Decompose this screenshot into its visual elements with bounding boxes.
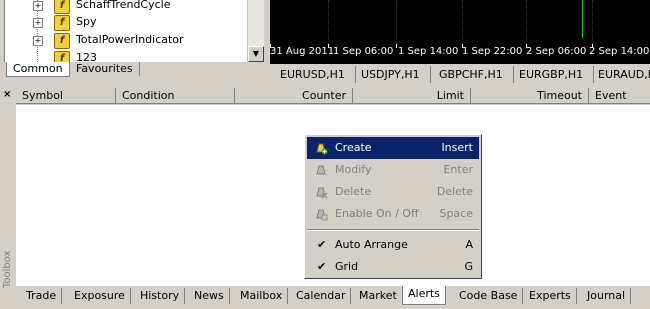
time-label: 1 Sep 06:00	[333, 46, 394, 57]
alert-create-icon	[316, 143, 328, 155]
menu-item-label: Create	[335, 141, 372, 154]
menu-item-shortcut: Space	[439, 207, 473, 220]
candle-bar	[582, 0, 583, 38]
tree-item-totalpowerindicator[interactable]: + f TotalPowerIndicator	[5, 32, 245, 50]
tab-eurgbp[interactable]: EURGBP,H1	[509, 66, 595, 83]
time-axis: 31 Aug 2011 1 Sep 06:00 1 Sep 14:00 1 Se…	[270, 44, 650, 64]
context-menu: Create Insert Modify Enter Delete Delete…	[304, 134, 482, 279]
column-limit[interactable]: Limit	[353, 88, 471, 104]
tab-alerts[interactable]: Alerts	[402, 286, 446, 305]
menu-separator	[307, 229, 479, 231]
grid-line	[462, 0, 463, 44]
tree-item-schafftrendcycle[interactable]: + f SchaffTrendCycle	[5, 0, 245, 15]
tab-favourites[interactable]: Favourites	[70, 62, 140, 76]
time-label: 1 Sep 14:00	[398, 46, 459, 57]
menu-item-enable-toggle[interactable]: Enable On / Off Space	[307, 203, 479, 225]
menu-item-delete[interactable]: Delete Delete	[307, 181, 479, 203]
alert-toggle-icon	[316, 209, 328, 221]
tab-mailbox[interactable]: Mailbox	[235, 288, 289, 304]
grid-line	[328, 0, 329, 44]
menu-item-label: Enable On / Off	[335, 207, 419, 220]
menu-item-label: Grid	[335, 260, 359, 273]
chart-tabs: EURUSD,H1 USDJPY,H1 GBPCHF,H1 EURGBP,H1 …	[268, 66, 650, 84]
expand-icon[interactable]: +	[33, 36, 43, 46]
tree-item-label: Spy	[76, 15, 97, 28]
tab-journal[interactable]: Journal	[582, 288, 632, 304]
tab-common[interactable]: Common	[6, 62, 70, 77]
tab-euraud[interactable]: EURAUD,H	[588, 66, 650, 83]
menu-item-shortcut: A	[465, 238, 473, 251]
tree-item-123[interactable]: f 123	[5, 50, 245, 62]
menu-item-auto-arrange[interactable]: ✔ Auto Arrange A	[307, 234, 479, 256]
indicator-icon: f	[54, 33, 70, 49]
navigator-tabs: Common Favourites	[0, 62, 264, 77]
alert-modify-icon	[316, 165, 326, 175]
tab-usdjpy[interactable]: USDJPY,H1	[351, 66, 431, 83]
tree-item-label: SchaffTrendCycle	[76, 0, 171, 11]
navigator-panel: + f SchaffTrendCycle + f Spy + f TotalPo…	[0, 0, 264, 77]
toolbox-tabs: Trade Exposure History News Mailbox Cale…	[16, 286, 650, 307]
column-timeout[interactable]: Timeout	[471, 88, 589, 104]
tick-mark	[396, 44, 397, 48]
check-icon: ✔	[317, 260, 327, 273]
column-counter[interactable]: Counter	[235, 88, 353, 104]
tab-exposure[interactable]: Exposure	[69, 288, 131, 304]
menu-item-grid[interactable]: ✔ Grid G	[307, 256, 479, 278]
indicator-icon: f	[54, 15, 70, 31]
menu-item-label: Modify	[335, 163, 372, 176]
grid-line	[396, 0, 397, 44]
alerts-header: Symbol Condition Counter Limit Timeout E…	[16, 88, 650, 105]
tab-news[interactable]: News	[189, 288, 230, 304]
tree-item-label: 123	[76, 51, 97, 62]
tree-item-spy[interactable]: + f Spy	[5, 14, 245, 32]
expand-icon[interactable]: +	[33, 1, 43, 11]
time-label: 2 Sep 06:00	[526, 46, 587, 57]
tab-history[interactable]: History	[135, 288, 186, 304]
column-symbol[interactable]: Symbol	[16, 88, 116, 104]
menu-item-label: Auto Arrange	[335, 238, 408, 251]
alert-delete-icon	[316, 187, 328, 199]
menu-item-shortcut: Enter	[443, 163, 473, 176]
tab-market[interactable]: Market	[354, 288, 403, 304]
menu-item-shortcut: Delete	[436, 185, 473, 198]
tab-trade[interactable]: Trade	[21, 288, 63, 304]
grid-line	[526, 0, 527, 44]
time-label: 31 Aug 2011	[270, 46, 335, 57]
tab-gbpchf[interactable]: GBPCHF,H1	[429, 66, 514, 83]
expand-icon[interactable]: +	[33, 18, 43, 28]
navigator-tree: + f SchaffTrendCycle + f Spy + f TotalPo…	[4, 0, 248, 62]
scroll-down-icon[interactable]: ▼	[248, 46, 264, 62]
column-event[interactable]: Event	[589, 88, 650, 104]
indicator-icon: f	[54, 0, 70, 14]
menu-item-shortcut: G	[464, 260, 473, 273]
indicator-icon: f	[54, 51, 70, 62]
navigator-scrollbar[interactable]: ▼	[247, 0, 264, 62]
check-icon: ✔	[317, 238, 327, 251]
close-icon[interactable]: ×	[3, 89, 11, 100]
grid-line	[592, 0, 593, 44]
tab-experts[interactable]: Experts	[524, 288, 577, 304]
price-chart[interactable]: 31 Aug 2011 1 Sep 06:00 1 Sep 14:00 1 Se…	[270, 0, 650, 64]
menu-item-modify[interactable]: Modify Enter	[307, 159, 479, 181]
tree-item-label: TotalPowerIndicator	[76, 33, 184, 46]
toolbox-title: Toolbox	[2, 250, 13, 289]
tab-eurusd[interactable]: EURUSD,H1	[270, 66, 356, 83]
time-label: 2 Sep 14:00	[589, 46, 650, 57]
menu-item-shortcut: Insert	[441, 141, 473, 154]
tab-code-base[interactable]: Code Base	[454, 288, 524, 304]
time-label: 1 Sep 22:00	[462, 46, 523, 57]
menu-item-create[interactable]: Create Insert	[307, 137, 479, 159]
column-condition[interactable]: Condition	[116, 88, 235, 104]
menu-item-label: Delete	[335, 185, 372, 198]
tab-calendar[interactable]: Calendar	[291, 288, 352, 304]
